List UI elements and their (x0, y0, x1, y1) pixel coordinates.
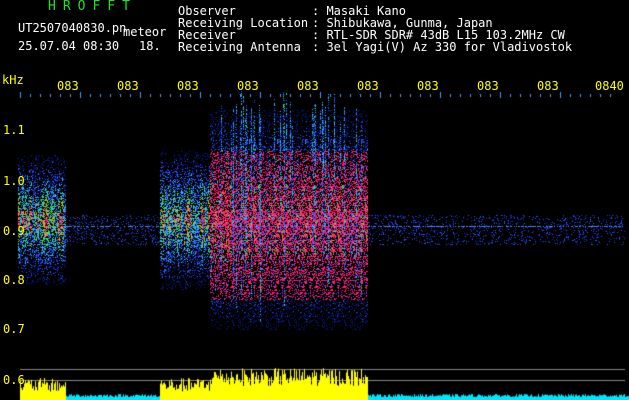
x-tick-label: 083 (417, 79, 439, 93)
y-tick-label: 0.8 (3, 273, 25, 287)
spectrogram-canvas (0, 0, 629, 400)
y-tick-label: 0.7 (3, 322, 25, 336)
x-tick-label: 083 (357, 79, 379, 93)
x-tick-label: 083 (537, 79, 559, 93)
x-tick-label: 083 (117, 79, 139, 93)
x-tick-label: 083 (477, 79, 499, 93)
datetime-label: 25.07.04 08:30 (18, 39, 120, 53)
y-tick-label: 0.6 (3, 373, 25, 387)
x-tick-label: 083 (297, 79, 319, 93)
x-tick-label: 083 (57, 79, 79, 93)
filename-label: UT2507040830.pn (18, 21, 127, 35)
y-axis-unit: kHz (2, 73, 24, 87)
antenna-label: Receiving Antenna (178, 40, 301, 54)
app-title: HROFFT (48, 0, 137, 14)
meteor-count: 18. (139, 39, 161, 53)
meteor-label: meteor (123, 25, 167, 39)
x-tick-label: 083 (177, 79, 199, 93)
y-tick-label: 0.9 (3, 224, 25, 238)
y-tick-label: 1.0 (3, 174, 25, 188)
y-tick-label: 1.1 (3, 123, 25, 137)
x-tick-label: 083 (237, 79, 259, 93)
antenna-value: : 3el Yagi(V) Az 330 for Vladivostok (312, 40, 573, 54)
x-tick-label: 0840 (595, 79, 624, 93)
